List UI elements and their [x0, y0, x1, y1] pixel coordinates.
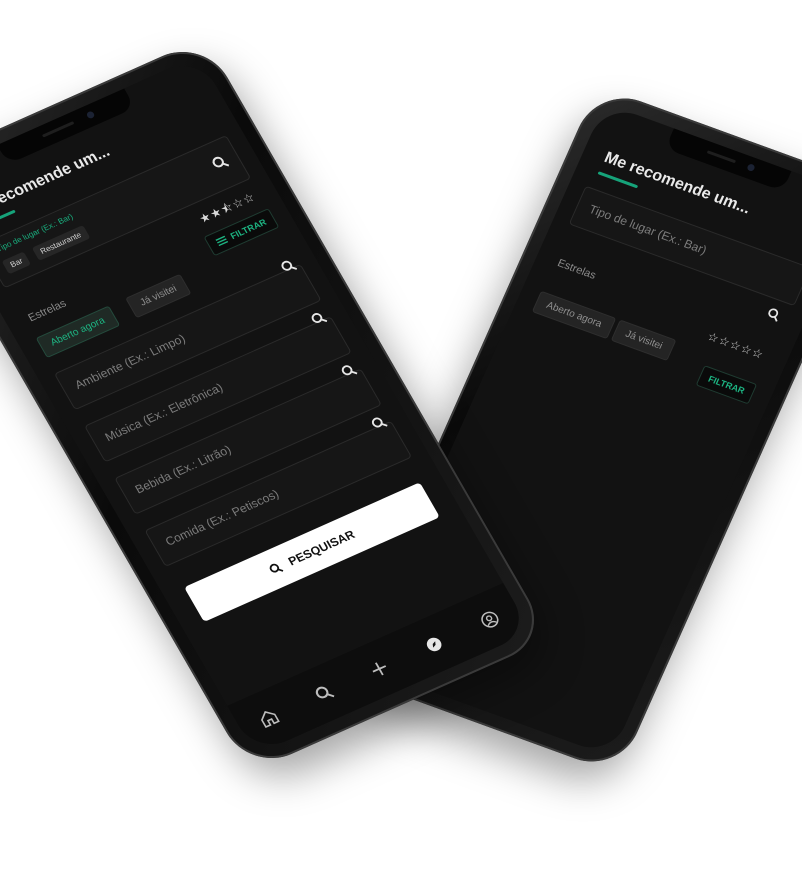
ambiente-placeholder: Ambiente (Ex.: Limpo) [72, 331, 188, 392]
filter-label: FILTRAR [228, 217, 269, 242]
front-screen: Me recomende um... Tipo de lugar (Ex.: B… [0, 55, 532, 755]
open-now-pill[interactable]: Aberto agora [531, 290, 617, 340]
search-icon[interactable] [209, 153, 232, 173]
visited-pill[interactable]: Já visitei [610, 319, 677, 362]
filter-icon [215, 235, 229, 247]
search-icon[interactable] [765, 306, 784, 324]
stars-label: Estrelas [26, 297, 69, 325]
plus-icon[interactable] [364, 655, 395, 683]
bebida-placeholder: Bebida (Ex.: Litrão) [132, 442, 234, 497]
filter-button[interactable]: FILTRAR [695, 365, 758, 405]
compass-icon[interactable] [419, 630, 450, 658]
search-icon[interactable] [309, 679, 340, 707]
profile-icon[interactable] [474, 606, 505, 634]
place-type-field[interactable]: Tipo de lugar (Ex.: Bar) [568, 185, 802, 307]
home-icon[interactable] [253, 704, 284, 732]
musica-placeholder: Música (Ex.: Eletrônica) [102, 380, 226, 445]
search-icon [269, 563, 284, 573]
stars-label: Estrelas [555, 257, 598, 282]
visited-pill[interactable]: Já visitei [125, 273, 192, 319]
notch [0, 88, 136, 165]
search-button-label: PESQUISAR [285, 527, 358, 569]
title-underline [0, 209, 16, 230]
comida-placeholder: Comida (Ex.: Petiscos) [162, 486, 282, 549]
filter-label: FILTRAR [706, 373, 747, 396]
star-rating[interactable]: ☆☆☆☆☆ [705, 329, 766, 362]
place-type-placeholder: Tipo de lugar (Ex.: Bar) [586, 202, 709, 258]
chip-bar[interactable]: Bar [1, 251, 32, 275]
